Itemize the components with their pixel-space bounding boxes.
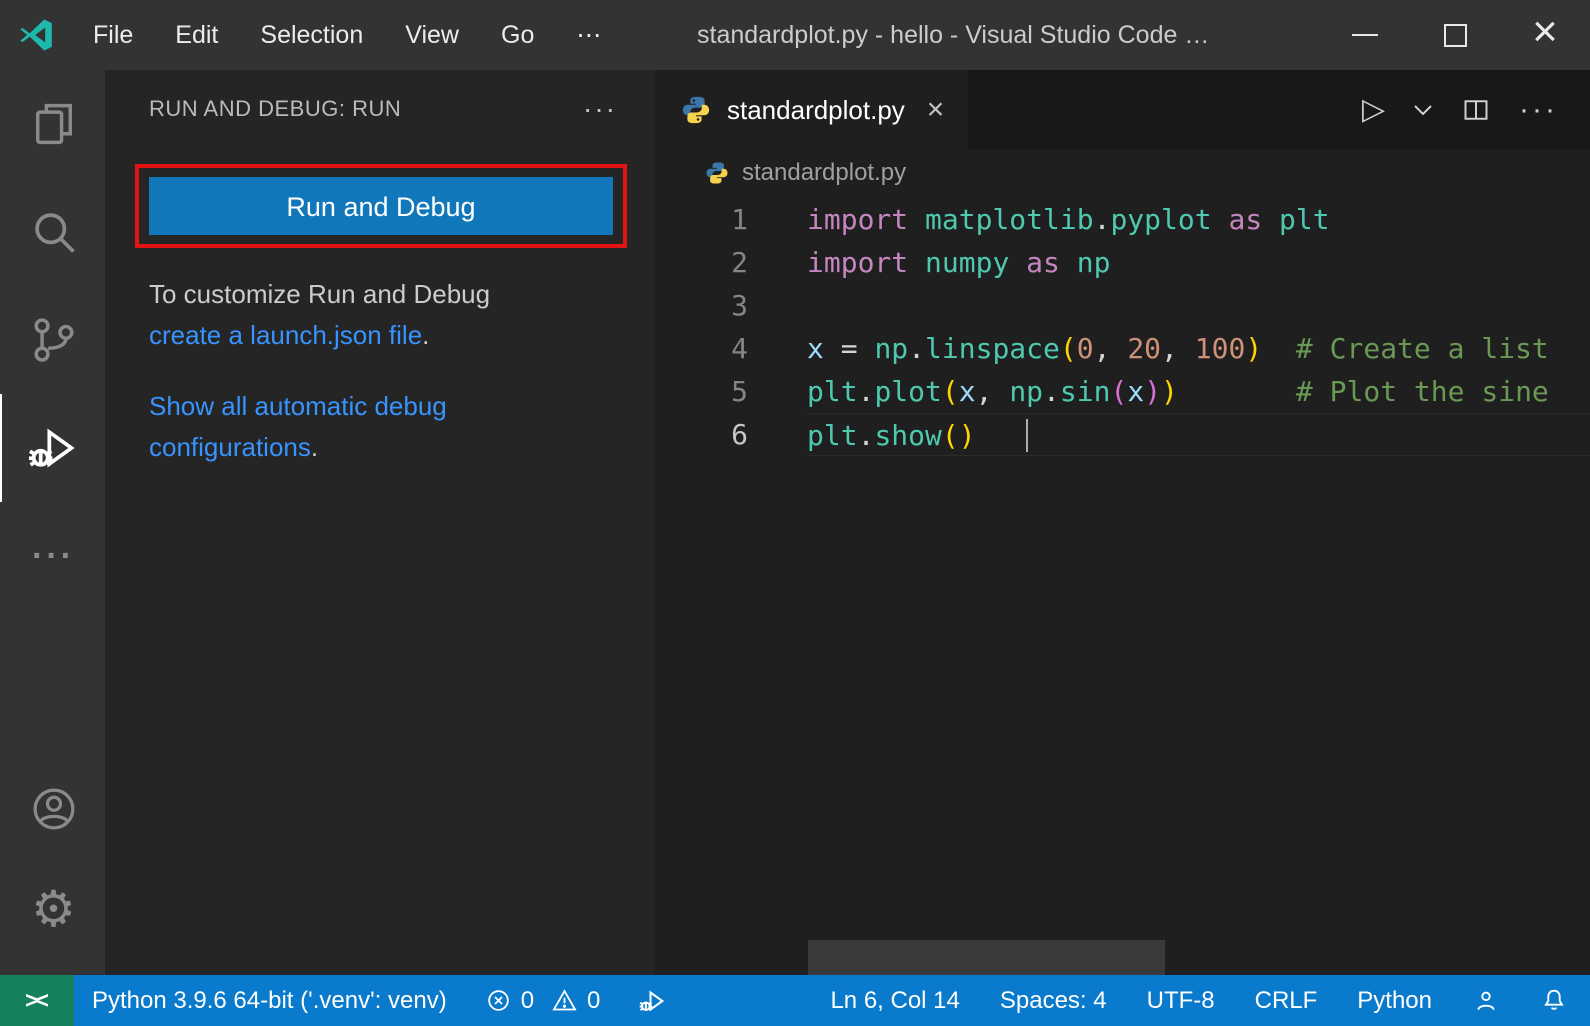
code-line[interactable]: 3	[655, 284, 1590, 327]
remote-indicator[interactable]: ><	[0, 975, 74, 1026]
red-annotation-box: Run and Debug	[135, 164, 627, 248]
line-number[interactable]: 3	[655, 284, 807, 327]
customize-text: To customize Run and Debug	[149, 279, 490, 309]
line-number[interactable]: 5	[655, 370, 807, 413]
account-icon[interactable]	[0, 759, 105, 859]
language-mode[interactable]: Python	[1357, 987, 1432, 1015]
python-file-icon	[681, 95, 711, 125]
source-control-icon[interactable]	[0, 286, 105, 394]
line-number[interactable]: 6	[655, 413, 807, 456]
window-title: standardplot.py - hello - Visual Studio …	[697, 0, 1209, 70]
code-line[interactable]: 6plt.show()	[655, 413, 1590, 456]
code-text[interactable]: import numpy as np	[807, 241, 1590, 284]
debug-icon[interactable]	[638, 986, 668, 1016]
error-count: 0	[521, 987, 534, 1015]
activity-bar-bottom: ⚙	[0, 759, 105, 959]
tab-standardplot[interactable]: standardplot.py ×	[655, 70, 968, 150]
run-dropdown-chevron-icon[interactable]	[1413, 104, 1433, 117]
close-icon: ×	[1532, 0, 1558, 67]
code-area[interactable]: 1import matplotlib.pyplot as plt2import …	[655, 196, 1590, 456]
code-line[interactable]: 1import matplotlib.pyplot as plt	[655, 198, 1590, 241]
code-text[interactable]: import matplotlib.pyplot as plt	[807, 198, 1590, 241]
title-bar: File Edit Selection View Go ⋯ standardpl…	[0, 0, 1590, 70]
code-text[interactable]: plt.show()	[807, 413, 1590, 456]
minimize-button[interactable]	[1320, 0, 1410, 70]
settings-gear-icon[interactable]: ⚙	[0, 859, 105, 959]
editor-more-actions-icon[interactable]: ···	[1519, 93, 1558, 127]
warning-count: 0	[587, 987, 600, 1015]
minimize-icon	[1352, 34, 1378, 36]
cursor-position[interactable]: Ln 6, Col 14	[830, 987, 959, 1015]
error-icon	[485, 987, 512, 1014]
search-icon[interactable]	[0, 178, 105, 286]
run-and-debug-button[interactable]: Run and Debug	[149, 177, 613, 235]
text-cursor	[1026, 419, 1028, 452]
menu-go[interactable]: Go	[480, 0, 555, 70]
run-and-debug-icon[interactable]	[0, 394, 105, 502]
auto-debug-paragraph: Show all automatic debug configurations.	[149, 386, 539, 468]
editor-actions: ▷ ···	[1362, 70, 1590, 150]
feedback-icon[interactable]	[1472, 987, 1500, 1015]
sidebar-header: RUN AND DEBUG: RUN ···	[149, 96, 617, 122]
tab-label: standardplot.py	[727, 95, 905, 126]
menu-selection[interactable]: Selection	[239, 0, 384, 70]
breadcrumb[interactable]: standardplot.py	[655, 150, 1590, 196]
menu-more[interactable]: ⋯	[555, 0, 622, 70]
menu-edit[interactable]: Edit	[154, 0, 239, 70]
line-number[interactable]: 4	[655, 327, 807, 370]
problems-indicator[interactable]: 0 0	[485, 987, 601, 1015]
run-debug-sidebar: RUN AND DEBUG: RUN ··· Run and Debug To …	[105, 70, 655, 975]
activity-bar: ··· ⚙	[0, 70, 105, 975]
warning-icon	[551, 987, 578, 1014]
code-text[interactable]: x = np.linspace(0, 20, 100) # Create a l…	[807, 327, 1590, 370]
show-debug-configs-link[interactable]: Show all automatic debug configurations	[149, 391, 447, 462]
indentation[interactable]: Spaces: 4	[1000, 987, 1107, 1015]
split-editor-icon[interactable]	[1461, 96, 1491, 124]
close-button[interactable]: ×	[1500, 0, 1590, 70]
run-file-icon[interactable]: ▷	[1362, 95, 1385, 125]
window-controls: ×	[1320, 0, 1590, 70]
horizontal-scrollbar[interactable]	[808, 940, 1165, 975]
eol-sequence[interactable]: CRLF	[1255, 987, 1318, 1015]
menu-bar: File Edit Selection View Go ⋯	[72, 0, 622, 70]
sidebar-more-actions-icon[interactable]: ···	[583, 102, 617, 116]
code-line[interactable]: 4x = np.linspace(0, 20, 100) # Create a …	[655, 327, 1590, 370]
code-line[interactable]: 2import numpy as np	[655, 241, 1590, 284]
status-bar: >< Python 3.9.6 64-bit ('.venv': venv) 0…	[0, 975, 1590, 1026]
python-interpreter[interactable]: Python 3.9.6 64-bit ('.venv': venv)	[92, 987, 447, 1015]
explorer-icon[interactable]	[0, 70, 105, 178]
notifications-bell-icon[interactable]	[1540, 987, 1568, 1015]
vscode-logo-icon	[0, 16, 72, 54]
code-text[interactable]	[807, 284, 1590, 327]
maximize-icon	[1444, 24, 1467, 47]
maximize-button[interactable]	[1410, 0, 1500, 70]
more-views-icon[interactable]: ···	[0, 502, 105, 610]
tab-bar: standardplot.py × ▷ ···	[655, 70, 1590, 150]
menu-view[interactable]: View	[384, 0, 480, 70]
python-file-icon	[705, 161, 729, 185]
line-number[interactable]: 1	[655, 198, 807, 241]
period: .	[311, 432, 318, 462]
editor-group: standardplot.py × ▷ ··· standardplot.	[655, 70, 1590, 975]
sidebar-title: RUN AND DEBUG: RUN	[149, 96, 401, 122]
code-text[interactable]: plt.plot(x, np.sin(x)) # Plot the sine	[807, 370, 1590, 413]
tab-close-icon[interactable]: ×	[927, 95, 945, 125]
code-line[interactable]: 5plt.plot(x, np.sin(x)) # Plot the sine	[655, 370, 1590, 413]
menu-file[interactable]: File	[72, 0, 154, 70]
line-number[interactable]: 2	[655, 241, 807, 284]
create-launch-json-link[interactable]: create a launch.json file	[149, 320, 422, 350]
period: .	[422, 320, 429, 350]
status-left: Python 3.9.6 64-bit ('.venv': venv) 0 0	[74, 986, 668, 1016]
breadcrumb-item[interactable]: standardplot.py	[742, 159, 906, 187]
customize-paragraph: To customize Run and Debug create a laun…	[149, 274, 615, 356]
status-right: Ln 6, Col 14 Spaces: 4 UTF-8 CRLF Python	[830, 987, 1590, 1015]
encoding[interactable]: UTF-8	[1147, 987, 1215, 1015]
